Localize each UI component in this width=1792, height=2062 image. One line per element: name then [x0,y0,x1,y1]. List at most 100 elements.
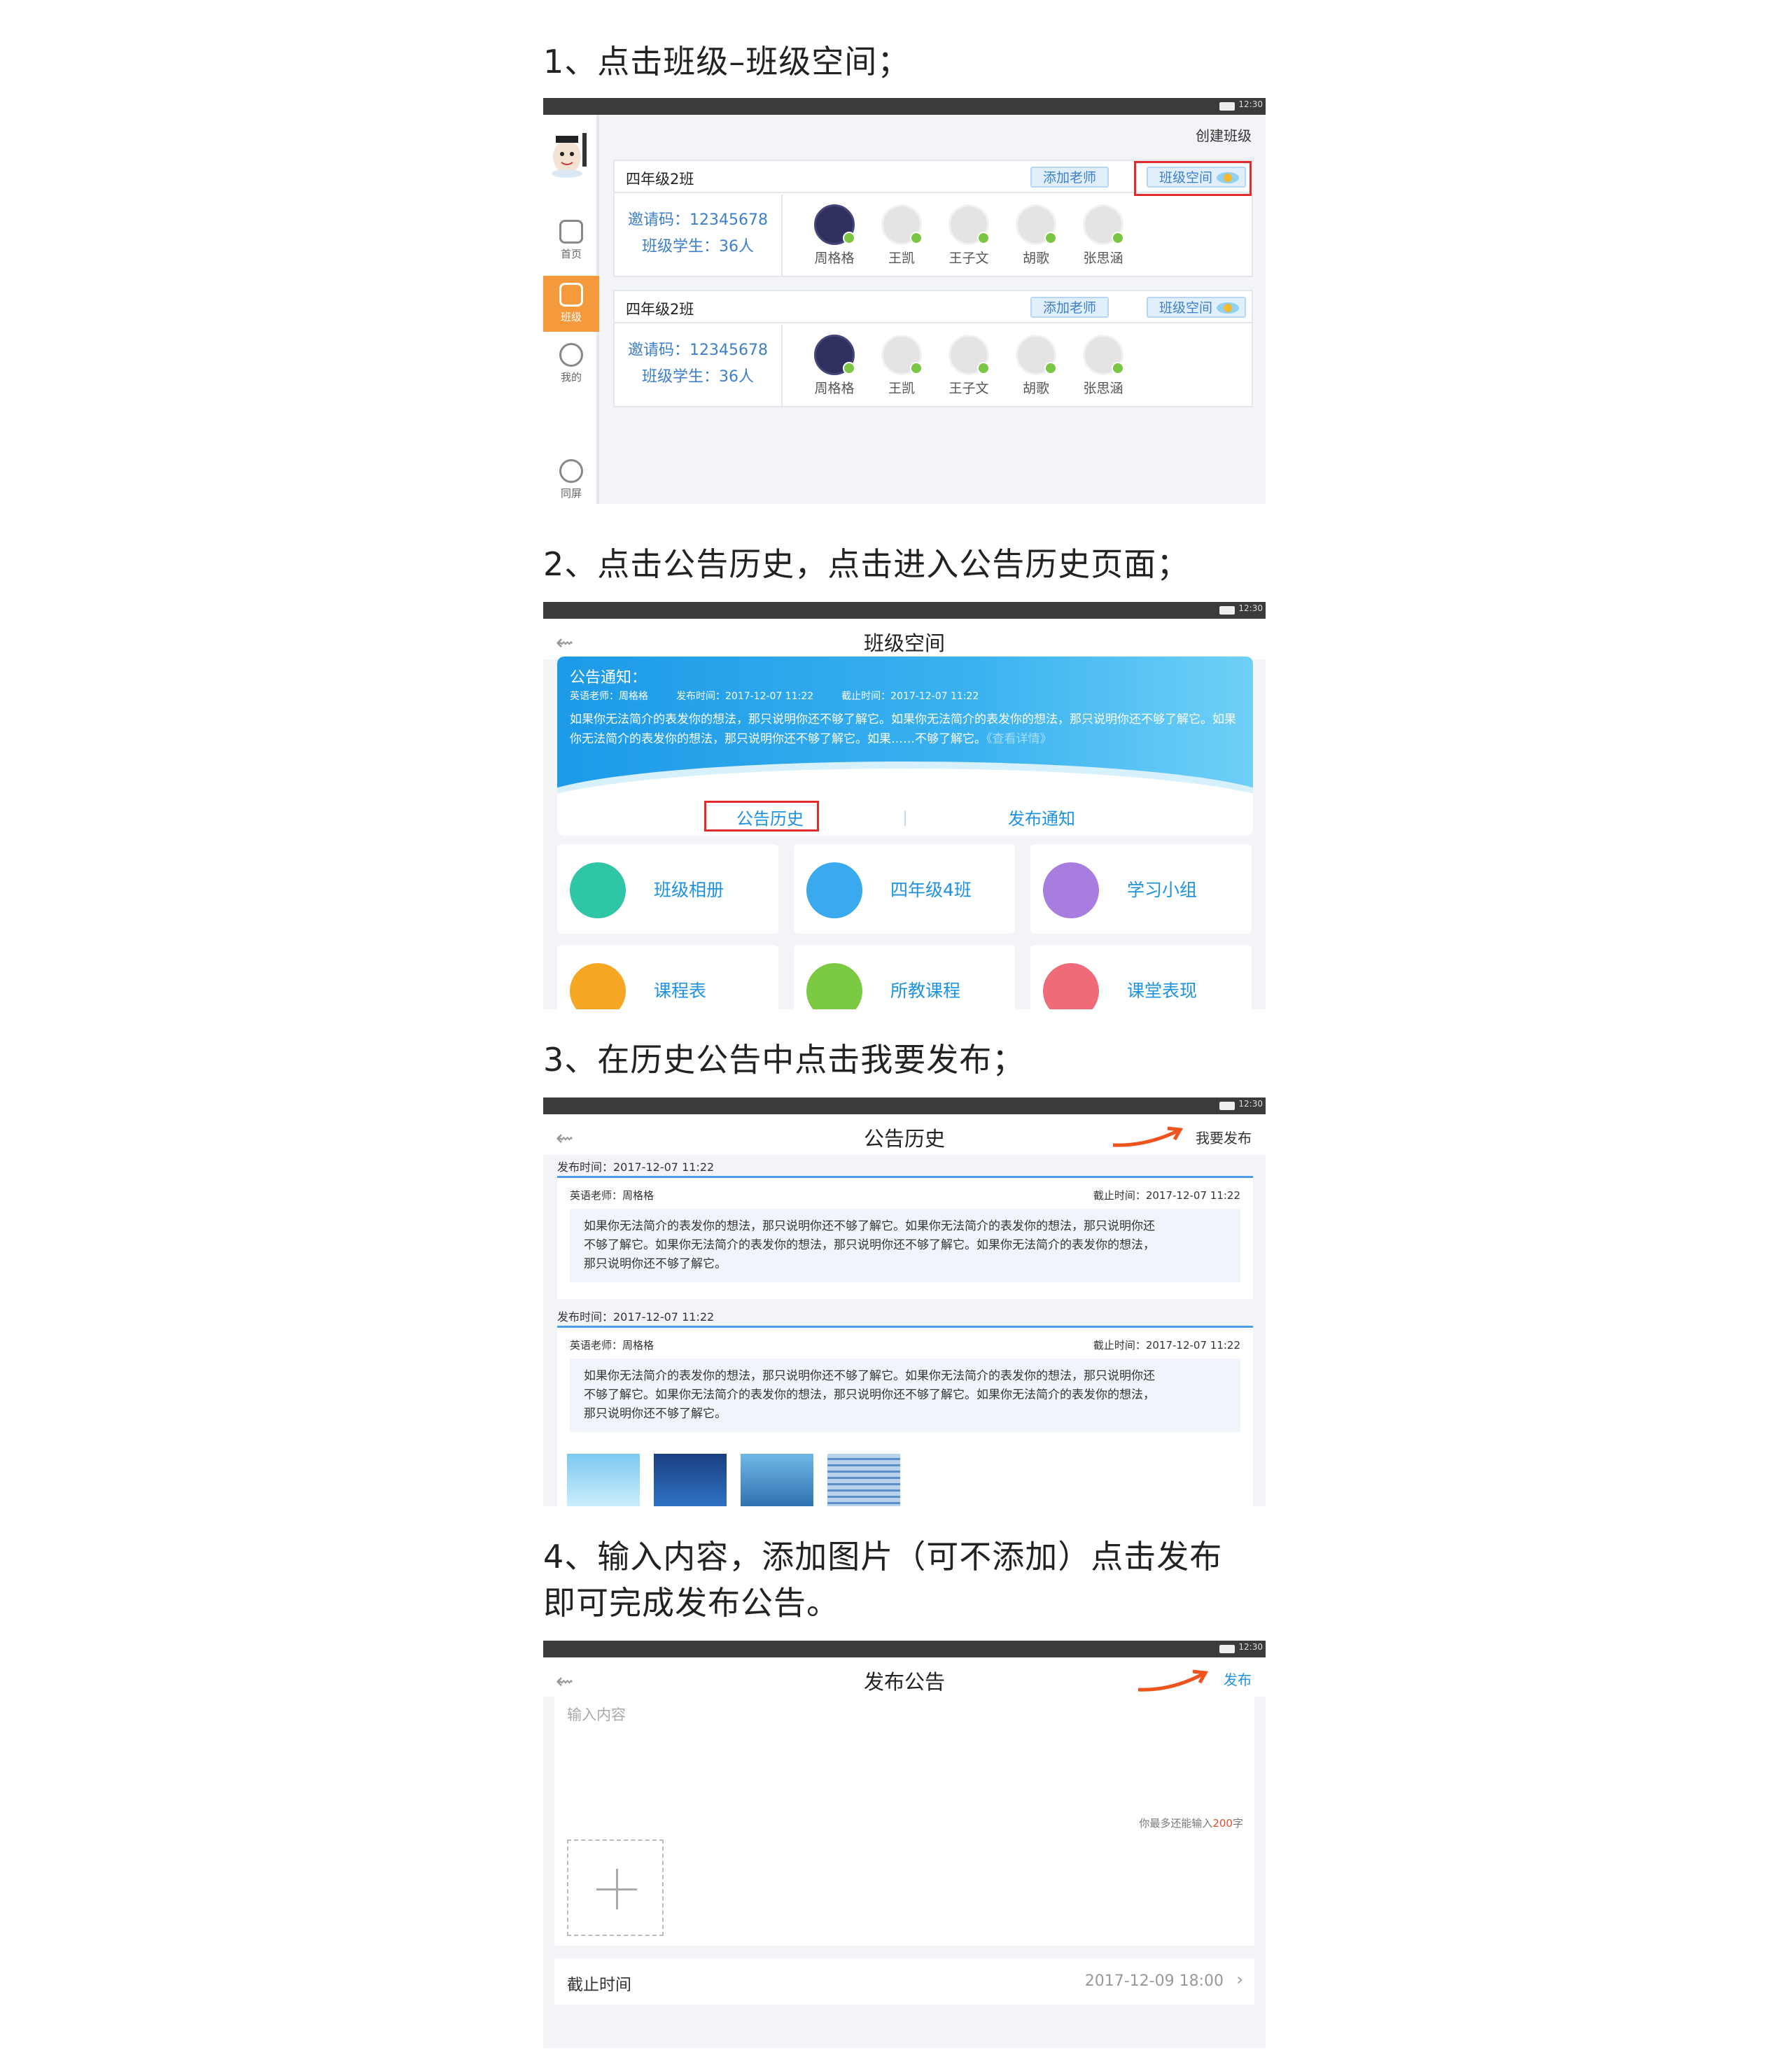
record-teacher: 英语老师：周格格 [570,1339,654,1352]
student-count: 班级学生：36人 [642,238,754,255]
tab-divider [904,811,906,826]
step-2-title: 2、点击公告历史，点击进入公告历史页面； [543,545,1190,583]
record-teacher: 英语老师：周格格 [570,1189,654,1202]
page-title: 班级空间 [863,631,945,655]
arrow-pointer-icon [1138,1669,1209,1692]
class-card: 四年级2班 添加老师 班级空间 邀请码：12345678 班级学生：36人 周格… [613,290,1253,407]
tile-class-album[interactable]: 班级相册 [557,844,778,934]
student-count: 班级学生：36人 [642,368,754,386]
avatar [1016,335,1057,375]
class-card: 四年级2班 添加老师 班级空间 邀请码：12345678 班级学生：36人 周格… [613,160,1253,277]
notice-body: 如果你无法简介的表发你的想法，那只说明你还不够了解它。如果你无法简介的表发你的想… [570,713,1236,746]
nav-mine[interactable]: 我的 [543,336,599,392]
deadline-row[interactable]: 截止时间 2017-12-09 18:00 › [554,1958,1254,2005]
student-item[interactable]: 周格格 [801,335,868,397]
avatar [881,335,923,375]
highlight-box [1134,161,1252,196]
content-input[interactable]: 输入内容 你最多还能输入200字 [554,1694,1254,1946]
avatar [814,204,855,245]
record-deadline: 截止时间：2017-12-07 11:22 [1093,1339,1240,1352]
status-bar: 12:30 [543,1641,1266,1657]
create-class-button[interactable]: 创建班级 [1196,125,1252,145]
student-item[interactable]: 胡歌 [1002,335,1070,397]
notice-tabs: 公告历史 发布通知 [557,797,1253,836]
status-bar: 12:30 [543,602,1266,619]
deadline-label: 截止时间 [567,1976,631,1994]
invite-code: 邀请码：12345678 [628,211,768,229]
nav-mirror[interactable]: 同屏 [543,452,599,504]
publish-link[interactable]: 我要发布 [1196,1127,1252,1147]
add-image-button[interactable] [567,1839,664,1936]
group-icon [1043,862,1099,918]
image-thumbnail[interactable] [741,1454,813,1506]
notice-meta: 英语老师：周格格 发布时间：2017-12-07 11:22 截止时间：2017-1… [570,691,979,702]
image-thumbnail[interactable] [567,1454,640,1506]
sync-icon [559,459,583,483]
invite-code: 邀请码：12345678 [628,342,768,359]
tile-class-4[interactable]: 四年级4班 [794,844,1015,934]
user-icon [559,343,583,367]
notice-banner[interactable]: 公告通知： 英语老师：周格格 发布时间：2017-12-07 11:22 截止时间：… [557,657,1253,797]
image-thumbnail[interactable] [827,1454,900,1506]
status-bar: 12:30 [543,1097,1266,1114]
char-counter: 你最多还能输入200字 [1139,1817,1243,1830]
highlight-box [704,801,819,832]
sidebar: 首页 班级 我的 同屏 [543,115,599,504]
step-1-title: 1、点击班级–班级空间； [543,43,911,80]
tile-courses[interactable]: 所教课程 [794,945,1015,1009]
tab-publish-notice[interactable]: 发布通知 [1008,805,1075,829]
nav-class[interactable]: 班级 [543,276,599,332]
screen-class-list: 12:30 首页 班级 我的 同屏 创建班级 四年级2班 添加老师 班级空间 邀… [543,98,1266,504]
student-item[interactable]: 胡歌 [1002,204,1070,267]
home-icon [559,220,583,244]
student-item[interactable]: 王凯 [868,335,935,397]
step-4-title: 4、输入内容，添加图片（可不添加）点击发布 [543,1538,1223,1576]
avatar [1083,204,1124,245]
add-teacher-button[interactable]: 添加老师 [1030,167,1110,188]
student-item[interactable]: 张思涵 [1070,335,1137,397]
avatar [881,204,923,245]
heart-icon [1043,963,1099,1009]
record-time: 发布时间：2017-12-07 11:22 [557,1310,715,1324]
tile-class-performance[interactable]: 课堂表现 [1030,945,1252,1009]
avatar [814,335,855,375]
avatar [948,204,990,245]
notice-record[interactable]: 英语老师：周格格 截止时间：2017-12-07 11:22 如果你无法简介的表… [557,1326,1253,1506]
avatar [948,335,990,375]
screen-class-space: 12:30 ⇜ 班级空间 公告通知： 英语老师：周格格 发布时间：2017-12-… [543,602,1266,1009]
class-name: 四年级2班 [626,301,694,318]
clipboard-icon [570,963,626,1009]
record-text: 如果你无法简介的表发你的想法，那只说明你还不够了解它。如果你无法简介的表发你的想… [570,1209,1240,1282]
album-icon [570,862,626,918]
student-item[interactable]: 王子文 [935,335,1002,397]
view-details-link[interactable]: 《查看详情》 [986,732,1052,746]
student-item[interactable]: 王凯 [868,204,935,267]
tile-study-group[interactable]: 学习小组 [1030,844,1252,934]
class-space-button[interactable]: 班级空间 [1147,297,1247,318]
nav-home[interactable]: 首页 [543,213,599,269]
graduation-cap-icon [559,283,583,307]
tile-timetable[interactable]: 课程表 [557,945,778,1009]
chevron-right-icon: › [1236,1970,1243,1989]
image-thumbnail[interactable] [654,1454,727,1506]
step-3-title: 3、在历史公告中点击我要发布； [543,1041,1026,1079]
app-logo [552,133,587,178]
student-item[interactable]: 王子文 [935,204,1002,267]
student-item[interactable]: 周格格 [801,204,868,267]
avatar [1083,335,1124,375]
add-teacher-button[interactable]: 添加老师 [1030,297,1110,318]
record-time: 发布时间：2017-12-07 11:22 [557,1160,715,1174]
badge-icon [1217,302,1240,314]
class-name: 四年级2班 [626,171,694,188]
book-icon [806,963,862,1009]
screen-notice-history: 12:30 ⇜ 公告历史 我要发布 发布时间：2017-12-07 11:22 … [543,1097,1266,1506]
notice-record[interactable]: 英语老师：周格格 截止时间：2017-12-07 11:22 如果你无法简介的表… [557,1176,1253,1299]
notice-title: 公告通知： [570,669,648,687]
record-deadline: 截止时间：2017-12-07 11:22 [1093,1189,1240,1202]
student-item[interactable]: 张思涵 [1070,204,1137,267]
status-bar: 12:30 [543,98,1266,115]
chat-icon [806,862,862,918]
screen-publish-notice: 12:30 ⇜ 发布公告 发布 输入内容 你最多还能输入200字 截止时间 20… [543,1641,1266,2048]
publish-button[interactable]: 发布 [1224,1669,1252,1689]
record-text: 如果你无法简介的表发你的想法，那只说明你还不够了解它。如果你无法简介的表发你的想… [570,1359,1240,1432]
